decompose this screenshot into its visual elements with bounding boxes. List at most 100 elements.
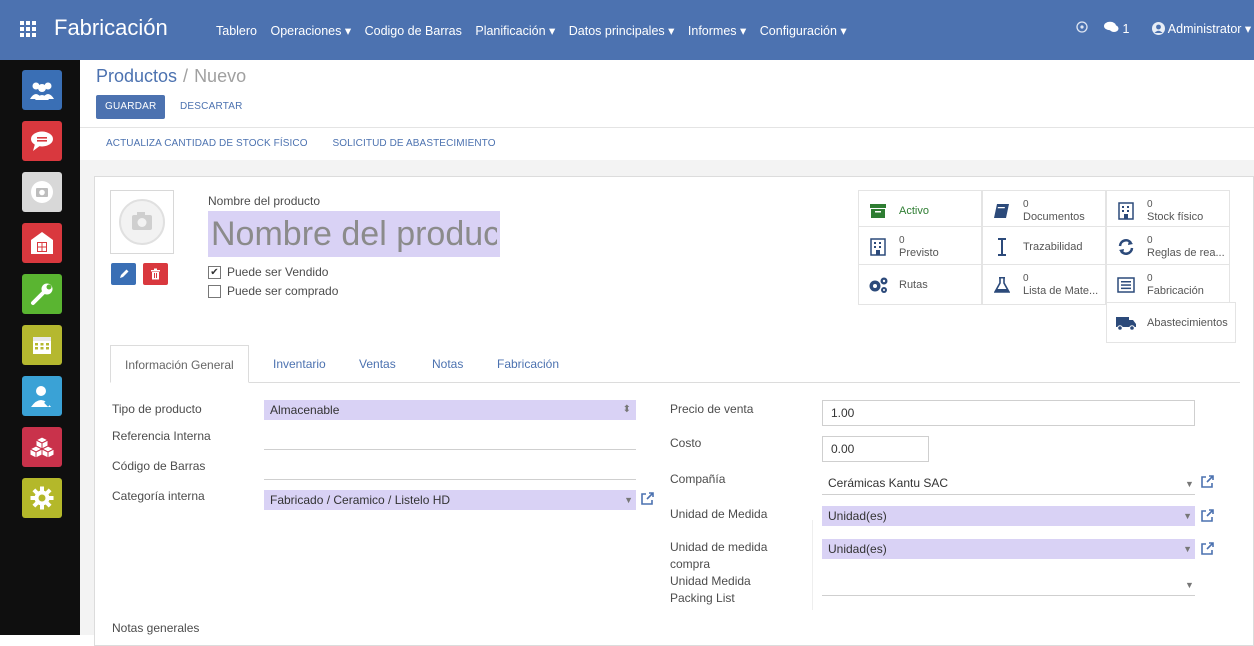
categoria-interna-value: Fabricado / Ceramico / Listelo HD [270, 493, 451, 507]
breadcrumb-separator: / [183, 66, 189, 86]
smart-button-lista-materiales[interactable]: 0 Lista de Mate... [982, 264, 1106, 305]
save-button[interactable]: GUARDAR [96, 95, 166, 119]
menu-datos-principales[interactable]: Datos principales ▾ [569, 24, 675, 38]
external-link-icon[interactable] [640, 492, 654, 506]
costo-label: Costo [670, 436, 702, 450]
unidad-medida-compra-label-1: Unidad de medida [670, 540, 768, 554]
chevron-down-icon: ▼ [624, 495, 633, 505]
can-be-purchased-checkbox[interactable]: Puede ser comprado [208, 284, 338, 298]
external-link-icon[interactable] [1200, 542, 1214, 556]
codigo-barras-input[interactable] [264, 479, 636, 480]
camera-placeholder-icon [119, 199, 165, 245]
messages-count: 1 [1122, 22, 1130, 36]
discard-button[interactable]: DESCARTAR [180, 101, 243, 112]
external-link-icon[interactable] [1200, 475, 1214, 489]
stock-label: Stock físico [1147, 210, 1204, 223]
main-menu: Tablero Operaciones ▾ Codigo de Barras P… [216, 23, 857, 38]
referencia-interna-input[interactable] [264, 449, 636, 450]
camera-icon [31, 181, 53, 203]
sidebar-item-manufacturing[interactable] [22, 274, 62, 314]
messages-button[interactable]: 1 [1104, 21, 1129, 36]
external-link-icon[interactable] [1200, 509, 1214, 523]
menu-informes[interactable]: Informes ▾ [688, 24, 746, 38]
product-image[interactable] [110, 190, 174, 254]
smart-button-trazabilidad[interactable]: Trazabilidad [982, 226, 1106, 267]
tab-notas[interactable]: Notas [432, 345, 463, 383]
menu-codigo-barras[interactable]: Codigo de Barras [365, 24, 462, 38]
menu-tablero[interactable]: Tablero [216, 24, 257, 38]
breadcrumb-productos[interactable]: Productos [96, 66, 177, 86]
trash-icon [151, 268, 160, 280]
tab-fabricacion[interactable]: Fabricación [497, 345, 559, 383]
chevron-down-icon[interactable]: ▼ [1185, 479, 1194, 489]
tab-informacion-general[interactable]: Información General [110, 345, 249, 383]
menu-operaciones[interactable]: Operaciones ▾ [270, 24, 351, 38]
smart-button-fabricacion[interactable]: 0 Fabricación [1106, 264, 1230, 305]
rutas-label: Rutas [899, 278, 928, 291]
warehouse-icon [31, 232, 53, 254]
tab-ventas[interactable]: Ventas [359, 345, 396, 383]
unidad-medida-compra-label-2: compra [670, 557, 711, 571]
smart-button-reglas[interactable]: 0 Reglas de rea... [1106, 226, 1230, 267]
sidebar-item-inventory[interactable] [22, 223, 62, 263]
user-menu[interactable]: Administrator ▾ [1152, 21, 1251, 36]
menu-planificacion[interactable]: Planificación ▾ [475, 24, 555, 38]
edit-image-button[interactable] [111, 263, 136, 285]
truck-icon [1115, 312, 1137, 334]
smart-button-abastecimientos[interactable]: Abastecimientos [1106, 302, 1236, 343]
chevron-down-icon: ▼ [1183, 544, 1192, 554]
fabricacion-count: 0 [1147, 272, 1153, 284]
smart-button-stock[interactable]: 0 Stock físico [1106, 190, 1230, 231]
smart-button-previsto[interactable]: 0 Previsto [858, 226, 982, 267]
can-be-sold-label: Puede ser Vendido [227, 265, 329, 279]
pencil-icon [119, 269, 128, 278]
can-be-sold-checkbox[interactable]: ✔ Puede ser Vendido [208, 265, 328, 279]
delete-image-button[interactable] [143, 263, 168, 285]
sidebar-item-employees[interactable] [22, 376, 62, 416]
sidebar-item-discuss[interactable] [22, 121, 62, 161]
unidad-medida-compra-select[interactable]: Unidad(es) ▼ [822, 539, 1195, 559]
referencia-interna-label: Referencia Interna [112, 429, 211, 443]
apps-menu-icon[interactable] [20, 21, 36, 37]
tab-inventario[interactable]: Inventario [273, 345, 326, 383]
cubes-icon [29, 436, 55, 459]
menu-configuracion[interactable]: Configuración ▾ [760, 24, 847, 38]
stock-count: 0 [1147, 198, 1153, 210]
precio-venta-input[interactable]: 1.00 [822, 400, 1195, 426]
reglas-label: Reglas de rea... [1147, 246, 1225, 259]
checkbox-checked[interactable]: ✔ [208, 265, 221, 279]
sidebar-item-settings[interactable] [22, 478, 62, 518]
user-avatar-icon [1152, 22, 1165, 35]
sidebar-item-contacts[interactable] [22, 70, 62, 110]
tipo-producto-select[interactable]: Almacenable ⬍ [264, 400, 636, 420]
smart-button-activo[interactable]: Activo [858, 190, 982, 231]
sidebar-item-modules[interactable] [22, 427, 62, 467]
checkbox-unchecked[interactable] [208, 284, 221, 298]
building-icon [867, 236, 889, 258]
categoria-interna-select[interactable]: Fabricado / Ceramico / Listelo HD ▼ [264, 490, 636, 510]
flask-icon [991, 274, 1013, 296]
apps-sidebar [0, 60, 80, 635]
activity-icon[interactable] [1076, 21, 1088, 36]
chat-bubbles-icon [1104, 21, 1119, 32]
product-name-input[interactable] [208, 211, 500, 257]
product-name-label: Nombre del producto [208, 194, 321, 208]
compania-value[interactable]: Cerámicas Kantu SAC [828, 476, 948, 490]
unidad-medida-select[interactable]: Unidad(es) ▼ [822, 506, 1195, 526]
smart-button-rutas[interactable]: Rutas [858, 264, 982, 305]
breadcrumb: Productos / Nuevo [96, 66, 246, 87]
notas-generales-label: Notas generales [112, 621, 200, 635]
activo-label: Activo [899, 204, 929, 217]
procurement-request-button[interactable]: SOLICITUD DE ABASTECIMIENTO [332, 138, 495, 149]
smart-button-documentos[interactable]: 0 Documentos [982, 190, 1106, 231]
update-stock-button[interactable]: ACTUALIZA CANTIDAD DE STOCK FÍSICO [106, 138, 308, 149]
reglas-count: 0 [1147, 234, 1153, 246]
user-name: Administrator ▾ [1167, 22, 1252, 36]
sidebar-item-camera[interactable] [22, 172, 62, 212]
unidad-medida-value: Unidad(es) [828, 509, 887, 523]
breadcrumb-current: Nuevo [194, 66, 247, 86]
unidad-medida-packing-select[interactable] [822, 595, 1195, 596]
costo-input[interactable]: 0.00 [822, 436, 929, 462]
sidebar-item-calendar[interactable] [22, 325, 62, 365]
chevron-down-icon[interactable]: ▼ [1185, 580, 1194, 590]
